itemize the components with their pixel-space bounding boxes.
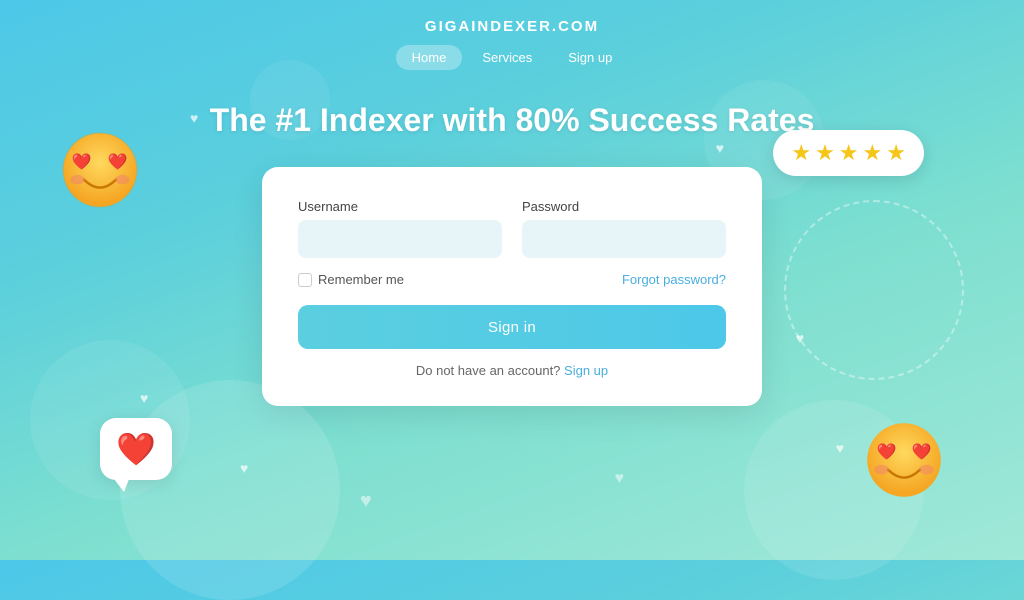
emoji-right: ❤️ ❤️: [864, 420, 944, 500]
star-4: ★: [863, 140, 883, 166]
signup-link[interactable]: Sign up: [564, 363, 608, 378]
remember-text: Remember me: [318, 272, 404, 287]
heart-deco: ♥: [140, 390, 148, 406]
heart-deco: ♥: [190, 110, 198, 126]
bg-circle-5: [250, 60, 330, 140]
no-account-text: Do not have an account?: [416, 363, 561, 378]
heart-deco: ♥: [240, 460, 248, 476]
password-input[interactable]: [522, 220, 726, 258]
signup-prompt: Do not have an account? Sign up: [298, 363, 726, 378]
username-label: Username: [298, 199, 502, 214]
star-3: ★: [839, 140, 859, 166]
star-5: ★: [886, 140, 906, 166]
header: GIGAINDEXER.COM Home Services Sign up: [0, 0, 1024, 70]
password-group: Password: [522, 199, 726, 258]
svg-text:❤️: ❤️: [108, 153, 128, 171]
username-input[interactable]: [298, 220, 502, 258]
star-1: ★: [791, 140, 811, 166]
site-title: GIGAINDEXER.COM: [425, 18, 599, 35]
form-fields-row: Username Password: [298, 199, 726, 258]
heart-deco: ♥: [716, 140, 724, 156]
remember-me-label[interactable]: Remember me: [298, 272, 404, 287]
sign-in-button[interactable]: Sign in: [298, 305, 726, 349]
dashed-circle-deco: [784, 200, 964, 380]
password-label: Password: [522, 199, 726, 214]
emoji-left: ❤️ ❤️: [60, 130, 140, 210]
heart-deco: ♥: [836, 440, 844, 456]
heart-deco: ♥: [360, 490, 372, 513]
svg-text:❤️: ❤️: [912, 443, 932, 461]
svg-text:❤️: ❤️: [876, 443, 896, 461]
username-group: Username: [298, 199, 502, 258]
main-nav: Home Services Sign up: [396, 45, 629, 70]
star-2: ★: [815, 140, 835, 166]
heart-like-icon: ❤️: [116, 430, 156, 468]
like-bubble: ❤️: [100, 418, 172, 480]
form-options: Remember me Forgot password?: [298, 272, 726, 287]
nav-home[interactable]: Home: [396, 45, 463, 70]
heart-deco: ♥: [796, 330, 804, 346]
nav-signup[interactable]: Sign up: [552, 45, 628, 70]
stars-badge: ★ ★ ★ ★ ★: [773, 130, 924, 176]
nav-services[interactable]: Services: [466, 45, 548, 70]
svg-text:❤️: ❤️: [72, 153, 92, 171]
login-card: Username Password Remember me Forgot pas…: [262, 167, 762, 406]
remember-checkbox[interactable]: [298, 273, 312, 287]
heart-deco: ♥: [615, 470, 625, 488]
forgot-password-link[interactable]: Forgot password?: [622, 272, 726, 287]
